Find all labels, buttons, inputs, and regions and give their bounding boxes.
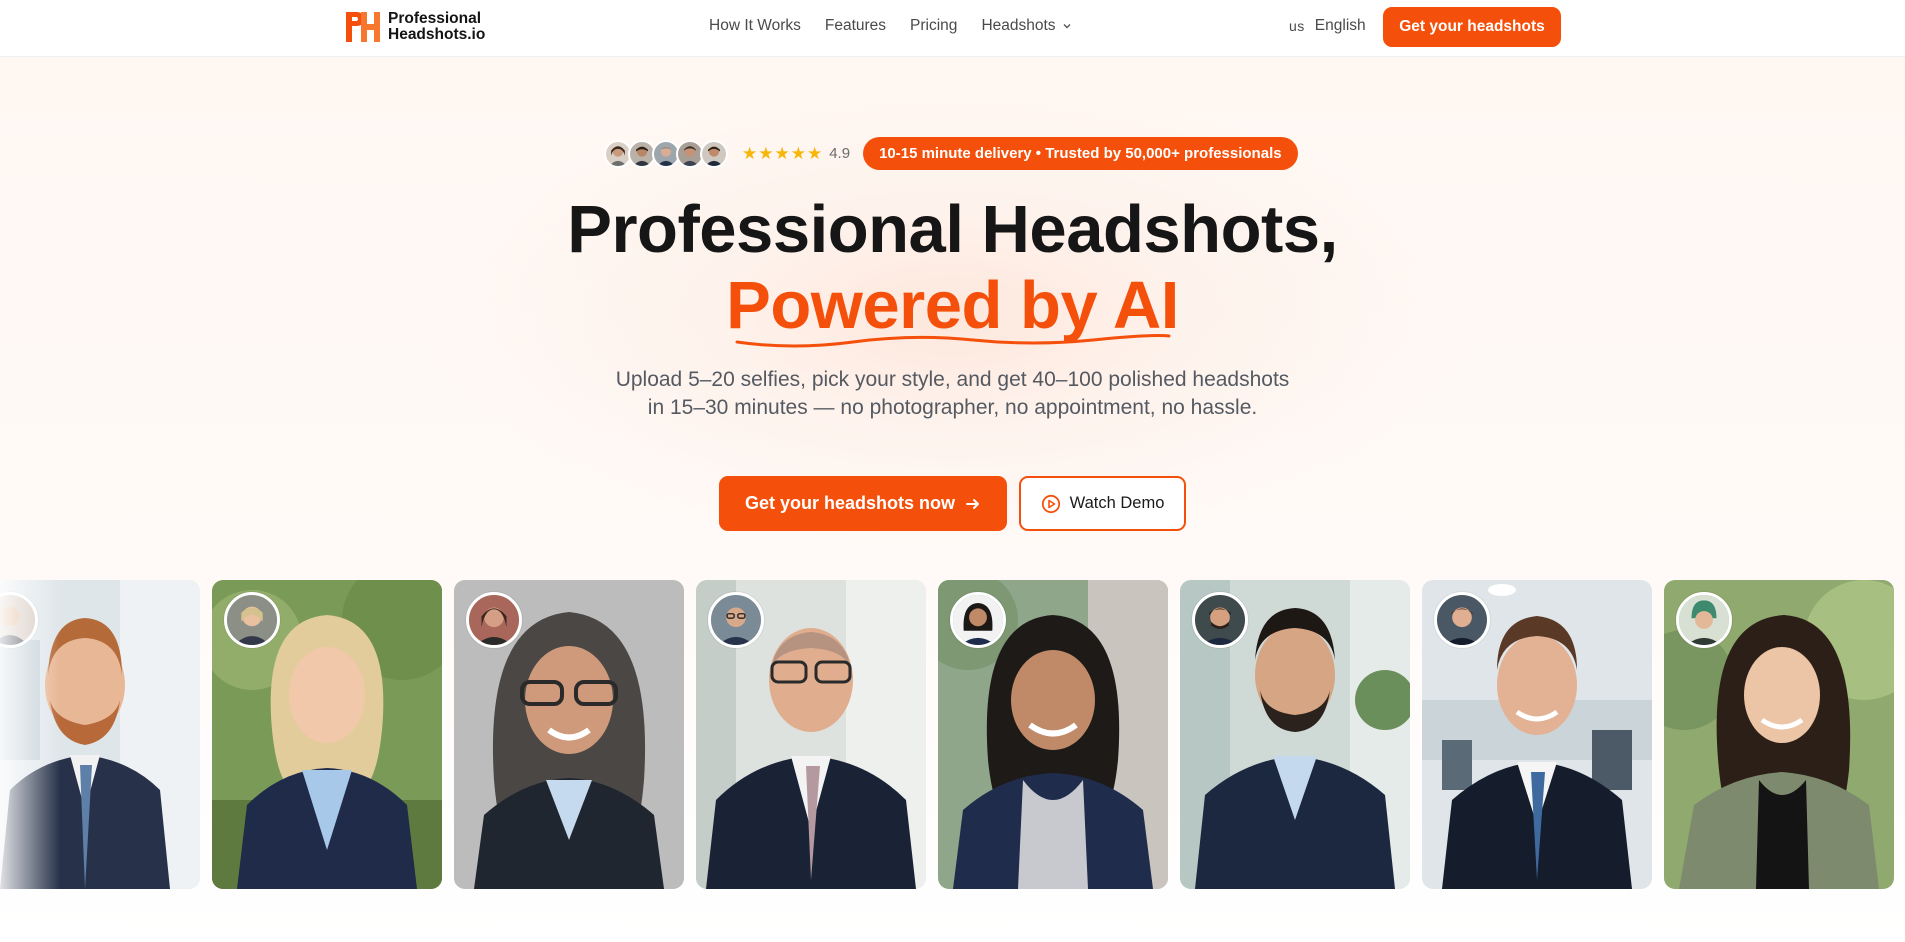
brand-name: Professional Headshots.io [388,11,485,43]
headshot-card [1664,580,1894,889]
header-cta-button[interactable]: Get your headshots [1383,7,1561,47]
social-proof: ★★★★★ 4.9 10-15 minute delivery • Truste… [604,137,1298,170]
nav-pricing[interactable]: Pricing [910,17,957,35]
brand-line-1: Professional [388,10,482,27]
brand-line-2: Headshots.io [388,26,486,43]
avatar [224,592,280,648]
title-underline-decoration [735,334,1171,348]
star-rating-icon: ★★★★★ [742,143,824,163]
watch-demo-label: Watch Demo [1069,494,1165,512]
rating-value: 4.9 [829,145,851,162]
headshot-card [1180,580,1410,889]
hero-subtitle: Upload 5–20 selfies, pick your style, an… [615,368,1290,419]
gallery-left-fade [0,580,60,889]
avatar [1192,592,1248,648]
brand-logo[interactable]: Professional Headshots.io [344,10,485,44]
us-flag-icon: us [1289,18,1305,34]
avatar [1434,592,1490,648]
headshot-card [454,580,684,889]
avatar [950,592,1006,648]
main-nav: How It Works Features Pricing Headshots [709,17,1096,35]
watch-demo-button[interactable]: Watch Demo [1019,476,1186,531]
arrow-right-icon [966,498,980,509]
avatar [1676,592,1732,648]
primary-cta-label: Get your headshots now [744,493,956,513]
language-selector[interactable]: us English [1289,17,1366,35]
get-headshots-now-button[interactable]: Get your headshots now [719,476,1007,531]
avatar [708,592,764,648]
customer-avatars [604,139,728,168]
headshot-card [1422,580,1652,889]
headshot-card [212,580,442,889]
nav-how-it-works[interactable]: How It Works [709,17,801,35]
delivery-badge: 10-15 minute delivery • Trusted by 50,00… [863,137,1298,170]
language-label: English [1314,17,1366,34]
logo-mark-icon [346,12,380,42]
headshot-card [696,580,926,889]
play-circle-icon [1041,494,1060,513]
headshot-card [938,580,1168,889]
nav-features[interactable]: Features [825,17,886,35]
avatar [466,592,522,648]
avatar [700,139,728,168]
chevron-down-icon [1063,24,1071,29]
top-navbar: Professional Headshots.io How It Works F… [0,0,1905,57]
nav-headshots-dropdown[interactable]: Headshots [981,17,1071,35]
nav-headshots-label: Headshots [981,17,1056,34]
hero-title-line-1: Professional Headshots, [567,192,1338,267]
